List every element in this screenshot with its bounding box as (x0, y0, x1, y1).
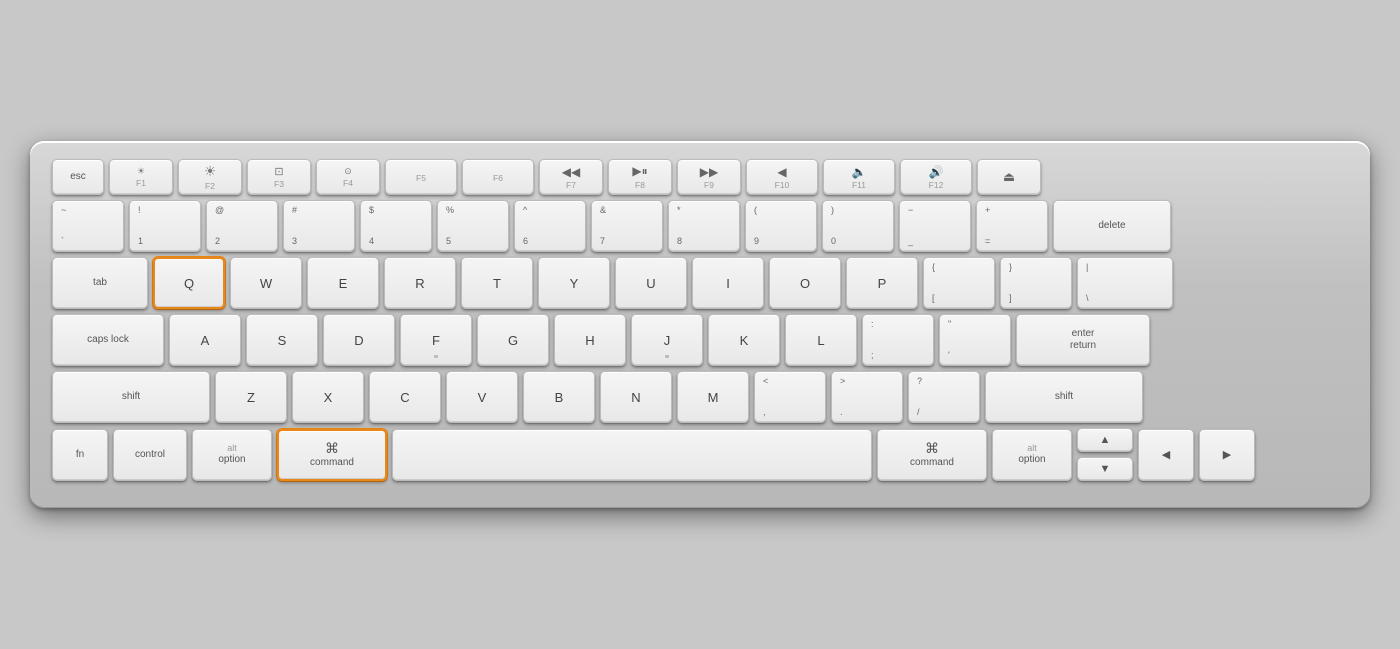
shift-row: shift Z X C V B N M < , > . (52, 371, 1348, 423)
key-period[interactable]: > . (831, 371, 903, 423)
key-1[interactable]: ! 1 (129, 200, 201, 252)
key-s[interactable]: S (246, 314, 318, 366)
key-0[interactable]: ) 0 (822, 200, 894, 252)
keyboard: esc ☀ F1 ☀ F2 ⊡ F3 ⊙ F4 F5 F6 ◀◀ F7 ▶⏸ (30, 141, 1370, 508)
key-f11[interactable]: 🔈 F11 (823, 159, 895, 195)
key-r[interactable]: R (384, 257, 456, 309)
key-3[interactable]: # 3 (283, 200, 355, 252)
key-tab[interactable]: tab (52, 257, 148, 309)
key-eject[interactable]: ⏏ (977, 159, 1041, 195)
key-quote[interactable]: " ' (939, 314, 1011, 366)
key-equals[interactable]: + = (976, 200, 1048, 252)
key-command-right[interactable]: ⌘ command (877, 429, 987, 481)
key-d[interactable]: D (323, 314, 395, 366)
key-minus[interactable]: − _ (899, 200, 971, 252)
key-arrow-right[interactable]: ▶ (1199, 429, 1255, 481)
key-m[interactable]: M (677, 371, 749, 423)
key-u[interactable]: U (615, 257, 687, 309)
key-g[interactable]: G (477, 314, 549, 366)
key-j[interactable]: J (631, 314, 703, 366)
number-row: ~ ` ! 1 @ 2 # 3 $ 4 % 5 ^ 6 & 7 (52, 200, 1348, 252)
key-n[interactable]: N (600, 371, 672, 423)
key-f4[interactable]: ⊙ F4 (316, 159, 380, 195)
key-delete[interactable]: delete (1053, 200, 1171, 252)
key-7[interactable]: & 7 (591, 200, 663, 252)
key-shift-right[interactable]: shift (985, 371, 1143, 423)
key-w[interactable]: W (230, 257, 302, 309)
key-arrow-down[interactable]: ▼ (1077, 457, 1133, 481)
key-f6[interactable]: F6 (462, 159, 534, 195)
key-5[interactable]: % 5 (437, 200, 509, 252)
key-f8[interactable]: ▶⏸ F8 (608, 159, 672, 195)
key-backslash[interactable]: | \ (1077, 257, 1173, 309)
key-option-left[interactable]: alt option (192, 429, 272, 481)
arrow-keys: ▲ ▼ (1077, 428, 1133, 481)
key-z[interactable]: Z (215, 371, 287, 423)
key-option-right[interactable]: alt option (992, 429, 1072, 481)
key-enter[interactable]: enter return (1016, 314, 1150, 366)
key-x[interactable]: X (292, 371, 364, 423)
key-f7[interactable]: ◀◀ F7 (539, 159, 603, 195)
key-arrow-left[interactable]: ◀ (1138, 429, 1194, 481)
key-2[interactable]: @ 2 (206, 200, 278, 252)
key-tilde[interactable]: ~ ` (52, 200, 124, 252)
key-p[interactable]: P (846, 257, 918, 309)
key-slash[interactable]: ? / (908, 371, 980, 423)
key-f2[interactable]: ☀ F2 (178, 159, 242, 195)
key-l[interactable]: L (785, 314, 857, 366)
key-command-left[interactable]: ⌘ command (277, 429, 387, 481)
key-b[interactable]: B (523, 371, 595, 423)
key-c[interactable]: C (369, 371, 441, 423)
key-space[interactable] (392, 429, 872, 481)
key-f10[interactable]: ◀ F10 (746, 159, 818, 195)
key-esc[interactable]: esc (52, 159, 104, 195)
home-row: caps lock A S D F G H J K L (52, 314, 1348, 366)
key-i[interactable]: I (692, 257, 764, 309)
key-v[interactable]: V (446, 371, 518, 423)
key-f5[interactable]: F5 (385, 159, 457, 195)
key-capslock[interactable]: caps lock (52, 314, 164, 366)
key-y[interactable]: Y (538, 257, 610, 309)
key-q[interactable]: Q (153, 257, 225, 309)
key-comma[interactable]: < , (754, 371, 826, 423)
key-arrow-up[interactable]: ▲ (1077, 428, 1133, 452)
key-8[interactable]: * 8 (668, 200, 740, 252)
key-t[interactable]: T (461, 257, 533, 309)
key-control[interactable]: control (113, 429, 187, 481)
key-fn[interactable]: fn (52, 429, 108, 481)
bottom-row: fn control alt option ⌘ command ⌘ comman… (52, 428, 1348, 481)
key-o[interactable]: O (769, 257, 841, 309)
key-lbracket[interactable]: { [ (923, 257, 995, 309)
key-6[interactable]: ^ 6 (514, 200, 586, 252)
key-f[interactable]: F (400, 314, 472, 366)
key-k[interactable]: K (708, 314, 780, 366)
key-f3[interactable]: ⊡ F3 (247, 159, 311, 195)
key-a[interactable]: A (169, 314, 241, 366)
key-f12[interactable]: 🔊 F12 (900, 159, 972, 195)
key-f1[interactable]: ☀ F1 (109, 159, 173, 195)
key-4[interactable]: $ 4 (360, 200, 432, 252)
key-f9[interactable]: ▶▶ F9 (677, 159, 741, 195)
key-e[interactable]: E (307, 257, 379, 309)
fn-row: esc ☀ F1 ☀ F2 ⊡ F3 ⊙ F4 F5 F6 ◀◀ F7 ▶⏸ (52, 159, 1348, 195)
key-semicolon[interactable]: : ; (862, 314, 934, 366)
qwerty-row: tab Q W E R T Y U I O P (52, 257, 1348, 309)
key-shift-left[interactable]: shift (52, 371, 210, 423)
key-rbracket[interactable]: } ] (1000, 257, 1072, 309)
key-9[interactable]: ( 9 (745, 200, 817, 252)
key-h[interactable]: H (554, 314, 626, 366)
